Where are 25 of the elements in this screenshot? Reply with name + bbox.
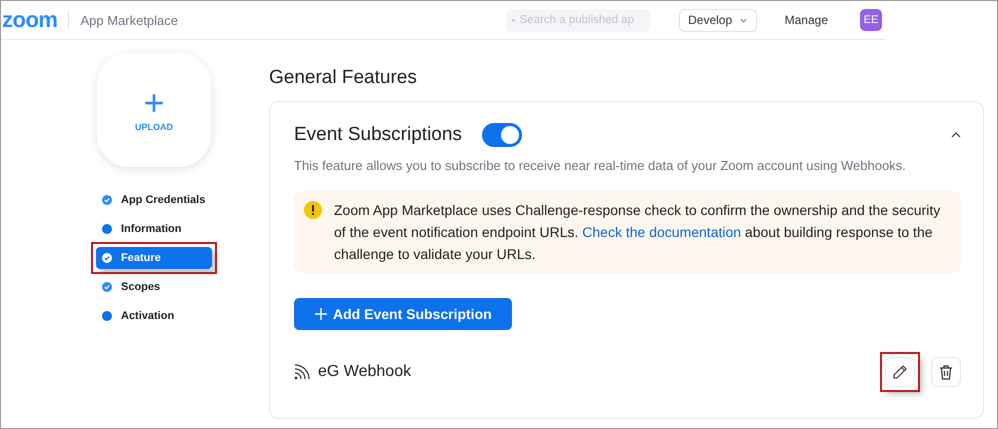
plus-icon bbox=[315, 308, 327, 320]
notice-text: Zoom App Marketplace uses Challenge-response check to confirm the ownership and the security of the event notification endpoint URLs. Check the documentation about building response to the challenge to validate your URLs. bbox=[334, 201, 942, 264]
delete-button[interactable] bbox=[931, 357, 961, 387]
add-subscription-button[interactable]: Add Event Subscription bbox=[294, 298, 512, 330]
step-item[interactable]: Activation bbox=[96, 305, 212, 327]
caret-icon bbox=[740, 18, 748, 22]
manage-link[interactable]: Manage bbox=[784, 13, 828, 27]
step-item[interactable]: Information bbox=[96, 218, 212, 240]
section-title: Event Subscriptions bbox=[294, 124, 462, 146]
trash-icon bbox=[938, 364, 954, 380]
subscription-name: eG Webhook bbox=[318, 363, 412, 381]
step-item[interactable]: Feature bbox=[96, 247, 212, 269]
chevron-icon[interactable] bbox=[951, 132, 961, 138]
step-item[interactable]: App Credentials bbox=[96, 189, 212, 211]
webhook-signal-icon bbox=[294, 364, 310, 380]
warning-icon bbox=[304, 201, 322, 219]
user-avatar[interactable]: EE bbox=[860, 9, 882, 31]
toggle-switch[interactable] bbox=[482, 123, 522, 147]
section-description: This feature allows you to subscribe to receive near real-time data of your Zoom account using Webhooks. bbox=[294, 158, 907, 173]
step-item[interactable]: Scopes bbox=[96, 276, 212, 298]
documentation-link[interactable]: Check the documentation bbox=[582, 224, 742, 240]
pencil-icon bbox=[892, 364, 908, 380]
develop-dropdown[interactable]: Develop bbox=[678, 8, 757, 32]
page-title: General Features bbox=[269, 67, 418, 89]
app-title: App Marketplace bbox=[80, 12, 178, 28]
